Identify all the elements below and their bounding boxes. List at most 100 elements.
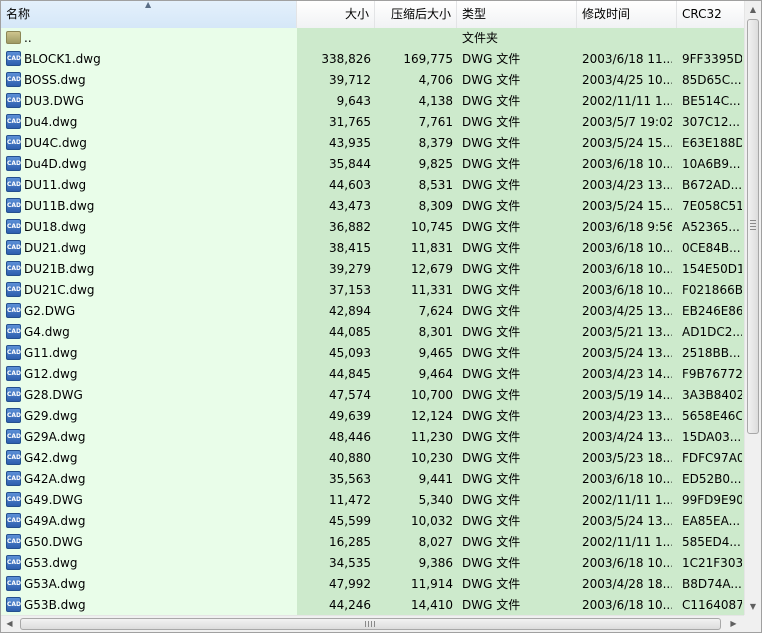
cad-file-icon: CAD	[6, 345, 21, 360]
file-row[interactable]: CAD G28.DWG 47,574 10,700 DWG 文件 2003/5/19 14…	[1, 385, 744, 406]
file-row[interactable]: CAD DU21C.dwg 37,153 11,331 DWG 文件 2003/6/18 …	[1, 280, 744, 301]
file-row[interactable]: CAD DU21.dwg 38,415 11,831 DWG 文件 2003/6/18 1…	[1, 238, 744, 259]
file-row[interactable]: CAD G11.dwg 45,093 9,465 DWG 文件 2003/5/24 13.…	[1, 343, 744, 364]
file-name-cell: CAD DU11.dwg	[6, 175, 296, 196]
file-packed-size: 12,679	[411, 262, 453, 276]
file-type: DWG 文件	[462, 325, 521, 339]
parent-folder-name: ..	[24, 31, 32, 45]
file-list-window: 名称 ▲ 大小 压缩后大小 类型 修改时间 CRC32 .. 文件夹 CAD B…	[0, 0, 762, 633]
cad-file-icon: CAD	[6, 597, 21, 612]
cad-file-icon: CAD	[6, 387, 21, 402]
parent-folder-row[interactable]: .. 文件夹	[1, 28, 744, 49]
file-name-cell: CAD G49A.dwg	[6, 511, 296, 532]
column-header-packed-size[interactable]: 压缩后大小	[375, 1, 457, 28]
cad-file-icon: CAD	[6, 576, 21, 591]
file-modified: 2003/6/18 10...	[582, 262, 672, 276]
column-header-type[interactable]: 类型	[457, 1, 577, 28]
file-packed-size: 9,464	[418, 367, 453, 381]
file-name: BLOCK1.dwg	[24, 52, 101, 66]
file-crc32: 2518BB...	[682, 346, 741, 360]
cad-file-icon: CAD	[6, 492, 21, 507]
column-header-modified[interactable]: 修改时间	[577, 1, 677, 28]
file-type: DWG 文件	[462, 367, 521, 381]
scroll-up-arrow-icon[interactable]: ▲	[745, 1, 761, 18]
file-packed-size: 9,441	[418, 472, 453, 486]
file-modified: 2003/6/18 9:56	[582, 220, 672, 234]
file-packed-size: 9,386	[418, 556, 453, 570]
column-header-bar: 名称 ▲ 大小 压缩后大小 类型 修改时间 CRC32	[1, 1, 744, 29]
file-row[interactable]: CAD G49.DWG 11,472 5,340 DWG 文件 2002/11/11 1.…	[1, 490, 744, 511]
file-row[interactable]: CAD G29.dwg 49,639 12,124 DWG 文件 2003/4/23 13…	[1, 406, 744, 427]
file-type: DWG 文件	[462, 304, 521, 318]
file-row[interactable]: CAD DU4C.dwg 43,935 8,379 DWG 文件 2003/5/24 15…	[1, 133, 744, 154]
file-modified: 2003/5/24 15...	[582, 199, 672, 213]
file-packed-size: 5,340	[418, 493, 453, 507]
file-row[interactable]: CAD G42A.dwg 35,563 9,441 DWG 文件 2003/6/18 10…	[1, 469, 744, 490]
file-type: DWG 文件	[462, 178, 521, 192]
file-row[interactable]: CAD DU11.dwg 44,603 8,531 DWG 文件 2003/4/23 13…	[1, 175, 744, 196]
file-row[interactable]: CAD DU18.dwg 36,882 10,745 DWG 文件 2003/6/18 9…	[1, 217, 744, 238]
vertical-scroll-thumb[interactable]	[747, 19, 759, 434]
file-crc32: F9B76772	[682, 367, 742, 381]
file-row[interactable]: CAD Du4.dwg 31,765 7,761 DWG 文件 2003/5/7 19:0…	[1, 112, 744, 133]
file-crc32: FDFC97A0	[682, 451, 742, 465]
file-name: DU11.dwg	[24, 178, 87, 192]
file-row[interactable]: CAD BLOCK1.dwg 338,826 169,775 DWG 文件 2003/6/…	[1, 49, 744, 70]
file-row[interactable]: CAD DU21B.dwg 39,279 12,679 DWG 文件 2003/6/18 …	[1, 259, 744, 280]
file-name-cell: CAD G42A.dwg	[6, 469, 296, 490]
file-crc32: 10A6B9...	[682, 157, 741, 171]
file-row[interactable]: CAD Du4D.dwg 35,844 9,825 DWG 文件 2003/6/18 10…	[1, 154, 744, 175]
file-type: DWG 文件	[462, 556, 521, 570]
file-crc32: 0CE84B...	[682, 241, 741, 255]
file-modified: 2003/5/24 13...	[582, 514, 672, 528]
file-size: 36,882	[329, 220, 371, 234]
file-modified: 2003/4/23 13...	[582, 409, 672, 423]
file-row[interactable]: CAD G53A.dwg 47,992 11,914 DWG 文件 2003/4/28 1…	[1, 574, 744, 595]
file-row[interactable]: CAD DU11B.dwg 43,473 8,309 DWG 文件 2003/5/24 1…	[1, 196, 744, 217]
file-row[interactable]: CAD G2.DWG 42,894 7,624 DWG 文件 2003/4/25 13..…	[1, 301, 744, 322]
grip-line	[750, 220, 756, 221]
parent-folder-type: 文件夹	[462, 31, 499, 45]
file-row[interactable]: CAD G53.dwg 34,535 9,386 DWG 文件 2003/6/18 10.…	[1, 553, 744, 574]
file-name: G29.dwg	[24, 409, 78, 423]
file-name: G49.DWG	[24, 493, 83, 507]
file-crc32: 85D65C...	[682, 73, 742, 87]
file-row[interactable]: CAD G12.dwg 44,845 9,464 DWG 文件 2003/4/23 14.…	[1, 364, 744, 385]
horizontal-scrollbar[interactable]: ◀ ▶	[1, 615, 744, 632]
scroll-down-arrow-icon[interactable]: ▼	[745, 598, 761, 615]
file-name: G2.DWG	[24, 304, 76, 318]
column-header-crc32[interactable]: CRC32	[677, 1, 744, 28]
file-row[interactable]: CAD BOSS.dwg 39,712 4,706 DWG 文件 2003/4/25 10…	[1, 70, 744, 91]
scroll-left-arrow-icon[interactable]: ◀	[1, 616, 18, 632]
file-row[interactable]: CAD DU3.DWG 9,643 4,138 DWG 文件 2002/11/11 1..…	[1, 91, 744, 112]
file-row[interactable]: CAD G50.DWG 16,285 8,027 DWG 文件 2002/11/11 1.…	[1, 532, 744, 553]
file-name-cell: CAD DU3.DWG	[6, 91, 296, 112]
column-header-size[interactable]: 大小	[297, 1, 375, 28]
folder-up-icon	[6, 31, 21, 44]
file-size: 9,643	[336, 94, 371, 108]
file-modified: 2002/11/11 1...	[582, 493, 672, 507]
column-header-name[interactable]: 名称 ▲	[1, 1, 297, 28]
horizontal-scroll-thumb[interactable]	[20, 618, 721, 630]
file-modified: 2003/4/23 14...	[582, 367, 672, 381]
file-row[interactable]: CAD G4.dwg 44,085 8,301 DWG 文件 2003/5/21 13..…	[1, 322, 744, 343]
sort-ascending-icon: ▲	[145, 1, 152, 9]
grip-line	[750, 229, 756, 230]
file-row[interactable]: CAD G49A.dwg 45,599 10,032 DWG 文件 2003/5/24 1…	[1, 511, 744, 532]
file-name: DU21.dwg	[24, 241, 87, 255]
vertical-scrollbar[interactable]: ▲ ▼	[744, 1, 761, 615]
file-row[interactable]: CAD G29A.dwg 48,446 11,230 DWG 文件 2003/4/24 1…	[1, 427, 744, 448]
cad-file-icon: CAD	[6, 555, 21, 570]
file-name-cell: CAD DU21.dwg	[6, 238, 296, 259]
scroll-right-arrow-icon[interactable]: ▶	[725, 616, 742, 632]
file-name-cell: CAD G28.DWG	[6, 385, 296, 406]
file-row[interactable]: CAD G53B.dwg 44,246 14,410 DWG 文件 2003/6/18 1…	[1, 595, 744, 615]
file-modified: 2003/6/18 10...	[582, 556, 672, 570]
file-row[interactable]: CAD G42.dwg 40,880 10,230 DWG 文件 2003/5/23 18…	[1, 448, 744, 469]
file-packed-size: 8,531	[418, 178, 453, 192]
file-size: 37,153	[329, 283, 371, 297]
file-packed-size: 4,138	[418, 94, 453, 108]
file-size: 338,826	[321, 52, 371, 66]
file-crc32: AD1DC2...	[682, 325, 742, 339]
file-size: 34,535	[329, 556, 371, 570]
